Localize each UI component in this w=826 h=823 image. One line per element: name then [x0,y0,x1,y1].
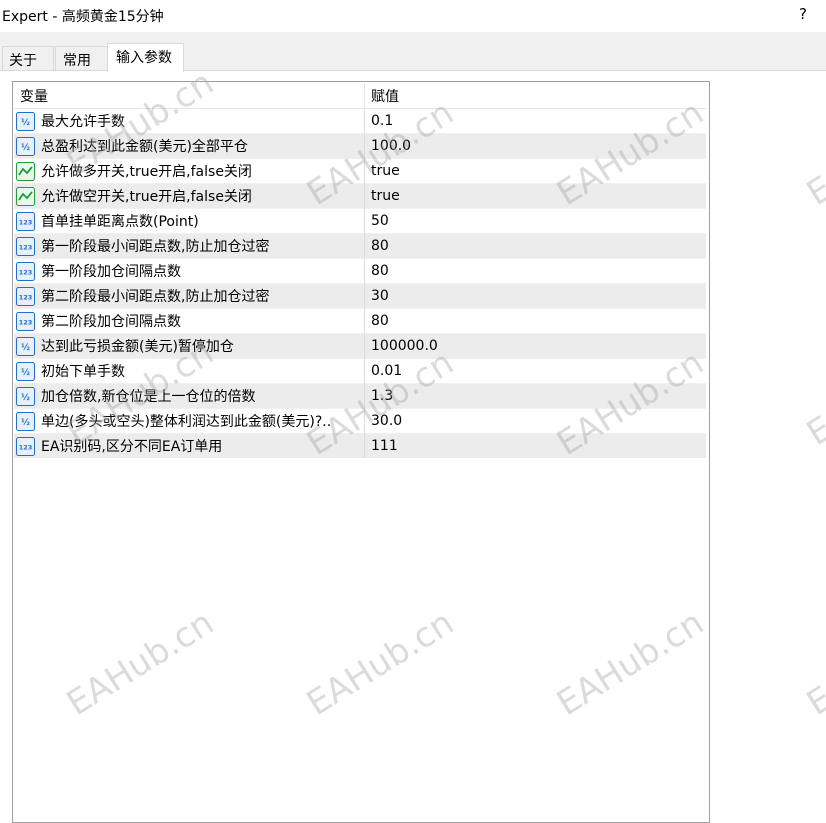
svg-text:123: 123 [19,318,33,326]
table-row[interactable]: 123 第一阶段加仓间隔点数 80 [14,258,706,284]
svg-text:123: 123 [19,443,33,451]
parameter-name: 第二阶段最小间距点数,防止加仓过密 [41,289,270,305]
table-row[interactable]: 123 第一阶段最小间距点数,防止加仓过密 80 [14,233,706,259]
svg-text:123: 123 [19,218,33,226]
parameter-name-cell[interactable]: 123 第一阶段最小间距点数,防止加仓过密 [14,233,365,259]
parameter-value[interactable]: 50 [364,208,706,234]
table-row[interactable]: ½ 总盈利达到此金额(美元)全部平仓 100.0 [14,133,706,159]
tab-strip: 关于 常用 输入参数 [0,32,826,72]
integer-type-icon: 123 [16,311,35,331]
parameter-name: 允许做多开关,true开启,false关闭 [41,164,252,180]
table-row[interactable]: ½ 单边(多头或空头)整体利润达到此金额(美元)?.. 30.0 [14,408,706,434]
integer-type-icon: 123 [16,211,35,231]
parameters-table: 变量 赋值 ½ 最大允许手数 0.1 ½ 总盈利达到此金额(美元)全部平仓 100.0 允许… [14,84,706,458]
parameter-name-cell[interactable]: 允许做多开关,true开启,false关闭 [14,158,365,184]
svg-text:123: 123 [19,243,33,251]
parameter-name: 第二阶段加仓间隔点数 [41,314,181,330]
svg-text:123: 123 [19,268,33,276]
double-type-icon: ½ [16,111,35,131]
integer-type-icon: 123 [16,286,35,306]
parameter-name: 允许做空开关,true开启,false关闭 [41,189,252,205]
tab-inputs[interactable]: 输入参数 [107,43,184,72]
parameter-value[interactable]: 80 [364,233,706,259]
parameter-name: 初始下单手数 [41,364,125,380]
table-row[interactable]: 123 首单挂单距离点数(Point) 50 [14,208,706,234]
double-type-icon: ½ [16,136,35,156]
table-row[interactable]: ½ 达到此亏损金额(美元)暂停加仓 100000.0 [14,333,706,359]
help-button[interactable]: ? [799,5,807,23]
parameter-name-cell[interactable]: 123 EA识别码,区分不同EA订单用 [14,433,365,458]
window-title: Expert - 高频黄金15分钟 [2,9,164,25]
svg-text:½: ½ [21,117,30,128]
parameter-name: 第一阶段最小间距点数,防止加仓过密 [41,239,270,255]
double-type-icon: ½ [16,386,35,406]
table-row[interactable]: 123 第二阶段加仓间隔点数 80 [14,308,706,334]
svg-text:½: ½ [21,417,30,428]
parameter-value[interactable]: 0.1 [364,108,706,134]
parameter-name-cell[interactable]: ½ 达到此亏损金额(美元)暂停加仓 [14,333,365,359]
column-header-variable[interactable]: 变量 [14,84,365,109]
double-type-icon: ½ [16,361,35,381]
bool-type-icon [16,186,35,206]
parameter-value[interactable]: true [364,183,706,209]
parameter-name-cell[interactable]: 允许做空开关,true开启,false关闭 [14,183,365,209]
integer-type-icon: 123 [16,261,35,281]
integer-type-icon: 123 [16,436,35,456]
tab-common[interactable]: 常用 [55,46,108,71]
parameter-value[interactable]: 80 [364,308,706,334]
parameter-name: 第一阶段加仓间隔点数 [41,264,181,280]
table-row[interactable]: 123 EA识别码,区分不同EA订单用 111 [14,433,706,458]
svg-text:½: ½ [21,142,30,153]
parameter-name: 加仓倍数,新仓位是上一仓位的倍数 [41,389,256,405]
parameter-value[interactable]: 100.0 [364,133,706,159]
table-row[interactable]: ½ 加仓倍数,新仓位是上一仓位的倍数 1.3 [14,383,706,409]
title-bar: Expert - 高频黄金15分钟 ? [0,0,826,32]
parameter-value[interactable]: 0.01 [364,358,706,384]
parameter-name-cell[interactable]: 123 第二阶段加仓间隔点数 [14,308,365,334]
table-row[interactable]: 允许做多开关,true开启,false关闭 true [14,158,706,184]
parameter-value[interactable]: 111 [364,433,706,458]
integer-type-icon: 123 [16,236,35,256]
parameter-value[interactable]: 100000.0 [364,333,706,359]
double-type-icon: ½ [16,336,35,356]
svg-text:½: ½ [21,342,30,353]
parameter-name-cell[interactable]: ½ 总盈利达到此金额(美元)全部平仓 [14,133,365,159]
svg-text:123: 123 [19,293,33,301]
table-row[interactable]: ½ 初始下单手数 0.01 [14,358,706,384]
inputs-panel: 变量 赋值 ½ 最大允许手数 0.1 ½ 总盈利达到此金额(美元)全部平仓 100.0 允许… [0,70,826,823]
parameter-value[interactable]: 30.0 [364,408,706,434]
parameter-name-cell[interactable]: 123 第一阶段加仓间隔点数 [14,258,365,284]
tab-about[interactable]: 关于 [2,46,54,71]
parameter-value[interactable]: true [364,158,706,184]
svg-text:½: ½ [21,392,30,403]
column-header-value[interactable]: 赋值 [364,84,706,109]
parameter-name: 达到此亏损金额(美元)暂停加仓 [41,339,234,355]
table-row[interactable]: 123 第二阶段最小间距点数,防止加仓过密 30 [14,283,706,309]
parameter-name-cell[interactable]: ½ 加仓倍数,新仓位是上一仓位的倍数 [14,383,365,409]
parameter-name: 单边(多头或空头)整体利润达到此金额(美元)?.. [41,414,332,430]
svg-text:½: ½ [21,367,30,378]
parameter-name-cell[interactable]: ½ 最大允许手数 [14,108,365,134]
parameter-name: 总盈利达到此金额(美元)全部平仓 [41,139,248,155]
bool-type-icon [16,161,35,181]
parameter-name-cell[interactable]: 123 第二阶段最小间距点数,防止加仓过密 [14,283,365,309]
table-row[interactable]: 允许做空开关,true开启,false关闭 true [14,183,706,209]
parameter-name: 首单挂单距离点数(Point) [41,214,199,230]
parameter-name-cell[interactable]: ½ 初始下单手数 [14,358,365,384]
parameters-list[interactable]: 变量 赋值 ½ 最大允许手数 0.1 ½ 总盈利达到此金额(美元)全部平仓 100.0 允许… [12,81,710,823]
parameter-value[interactable]: 1.3 [364,383,706,409]
parameter-name: EA识别码,区分不同EA订单用 [41,439,223,455]
table-row[interactable]: ½ 最大允许手数 0.1 [14,108,706,134]
parameter-name-cell[interactable]: ½ 单边(多头或空头)整体利润达到此金额(美元)?.. [14,408,365,434]
parameter-value[interactable]: 30 [364,283,706,309]
parameter-value[interactable]: 80 [364,258,706,284]
double-type-icon: ½ [16,411,35,431]
parameter-name-cell[interactable]: 123 首单挂单距离点数(Point) [14,208,365,234]
parameter-name: 最大允许手数 [41,114,125,130]
